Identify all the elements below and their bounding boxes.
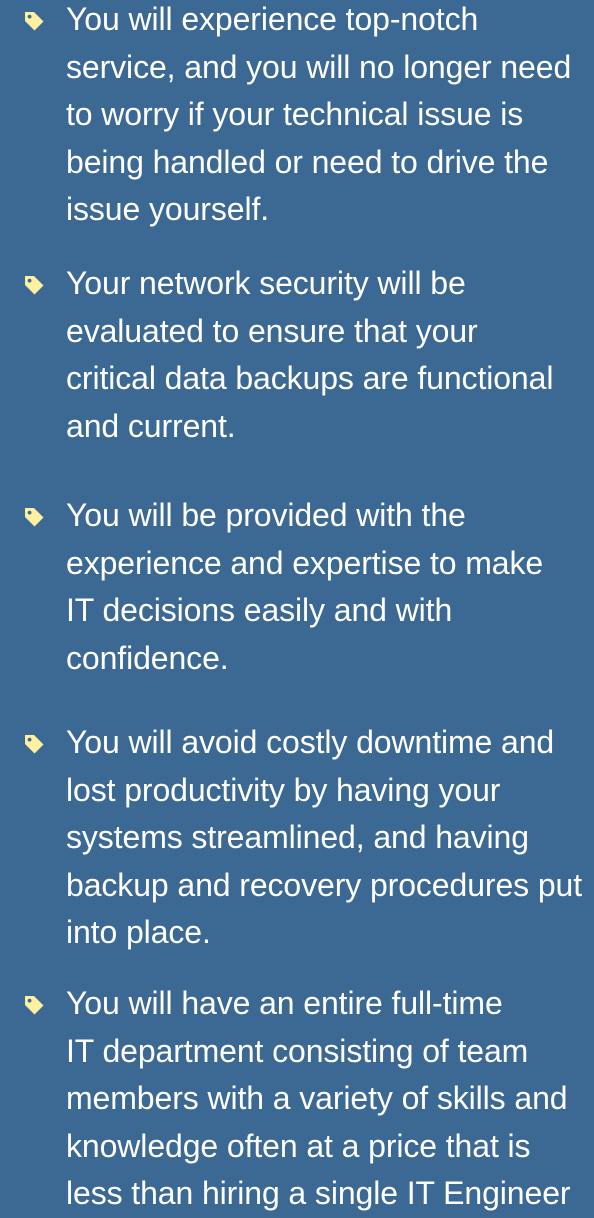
- benefit-line: You will avoid costly downtime and: [66, 724, 555, 760]
- benefit-text: You will have an entire full-time IT dep…: [66, 980, 594, 1218]
- benefit-line: issue yourself.: [66, 191, 270, 227]
- benefit-line: and current.: [66, 407, 236, 444]
- benefit-line: critical data backups are functional: [66, 360, 554, 396]
- benefit-line: less than hiring a single IT Engineer: [66, 1175, 571, 1211]
- benefit-line: being handled or need to drive the: [66, 143, 549, 180]
- benefit-text: You will experience top-notch service, a…: [66, 0, 594, 234]
- benefit-text: You will avoid costly downtime and lost …: [66, 719, 594, 957]
- benefit-line: Your network security will be: [66, 265, 466, 301]
- benefit-line: backup and recovery procedures put: [66, 866, 583, 903]
- tag-icon: [22, 273, 46, 297]
- benefit-line: You will experience top-notch: [66, 1, 479, 37]
- benefit-line: evaluated to ensure that your: [66, 312, 478, 349]
- benefit-line: knowledge often at a price that is: [66, 1127, 531, 1164]
- tag-icon: [22, 732, 46, 756]
- benefit-line: members with a variety of skills and: [66, 1080, 568, 1116]
- benefit-line: confidence.: [66, 639, 229, 676]
- benefit-line: to worry if your technical issue is: [66, 96, 524, 132]
- benefit-line: IT decisions easily and with: [66, 592, 453, 628]
- benefit-line: into place.: [66, 914, 211, 950]
- tag-icon: [22, 9, 46, 33]
- benefit-line: IT department consisting of team: [66, 1032, 529, 1069]
- benefit-text: Your network security will be evaluated …: [66, 260, 594, 450]
- benefit-line: experience and expertise to make: [66, 544, 544, 581]
- benefit-line: lost productivity by having your: [66, 771, 501, 808]
- benefit-line: You will have an entire full-time: [66, 985, 503, 1021]
- benefit-line: You will be provided with the: [66, 497, 466, 533]
- benefit-line: service, and you will no longer need: [66, 48, 572, 85]
- benefit-line: systems streamlined, and having: [66, 819, 529, 855]
- tag-icon: [22, 505, 46, 529]
- benefit-text: You will be provided with the experience…: [66, 492, 594, 682]
- benefits-list: You will experience top-notch service, a…: [0, 0, 594, 1211]
- tag-icon: [22, 993, 46, 1017]
